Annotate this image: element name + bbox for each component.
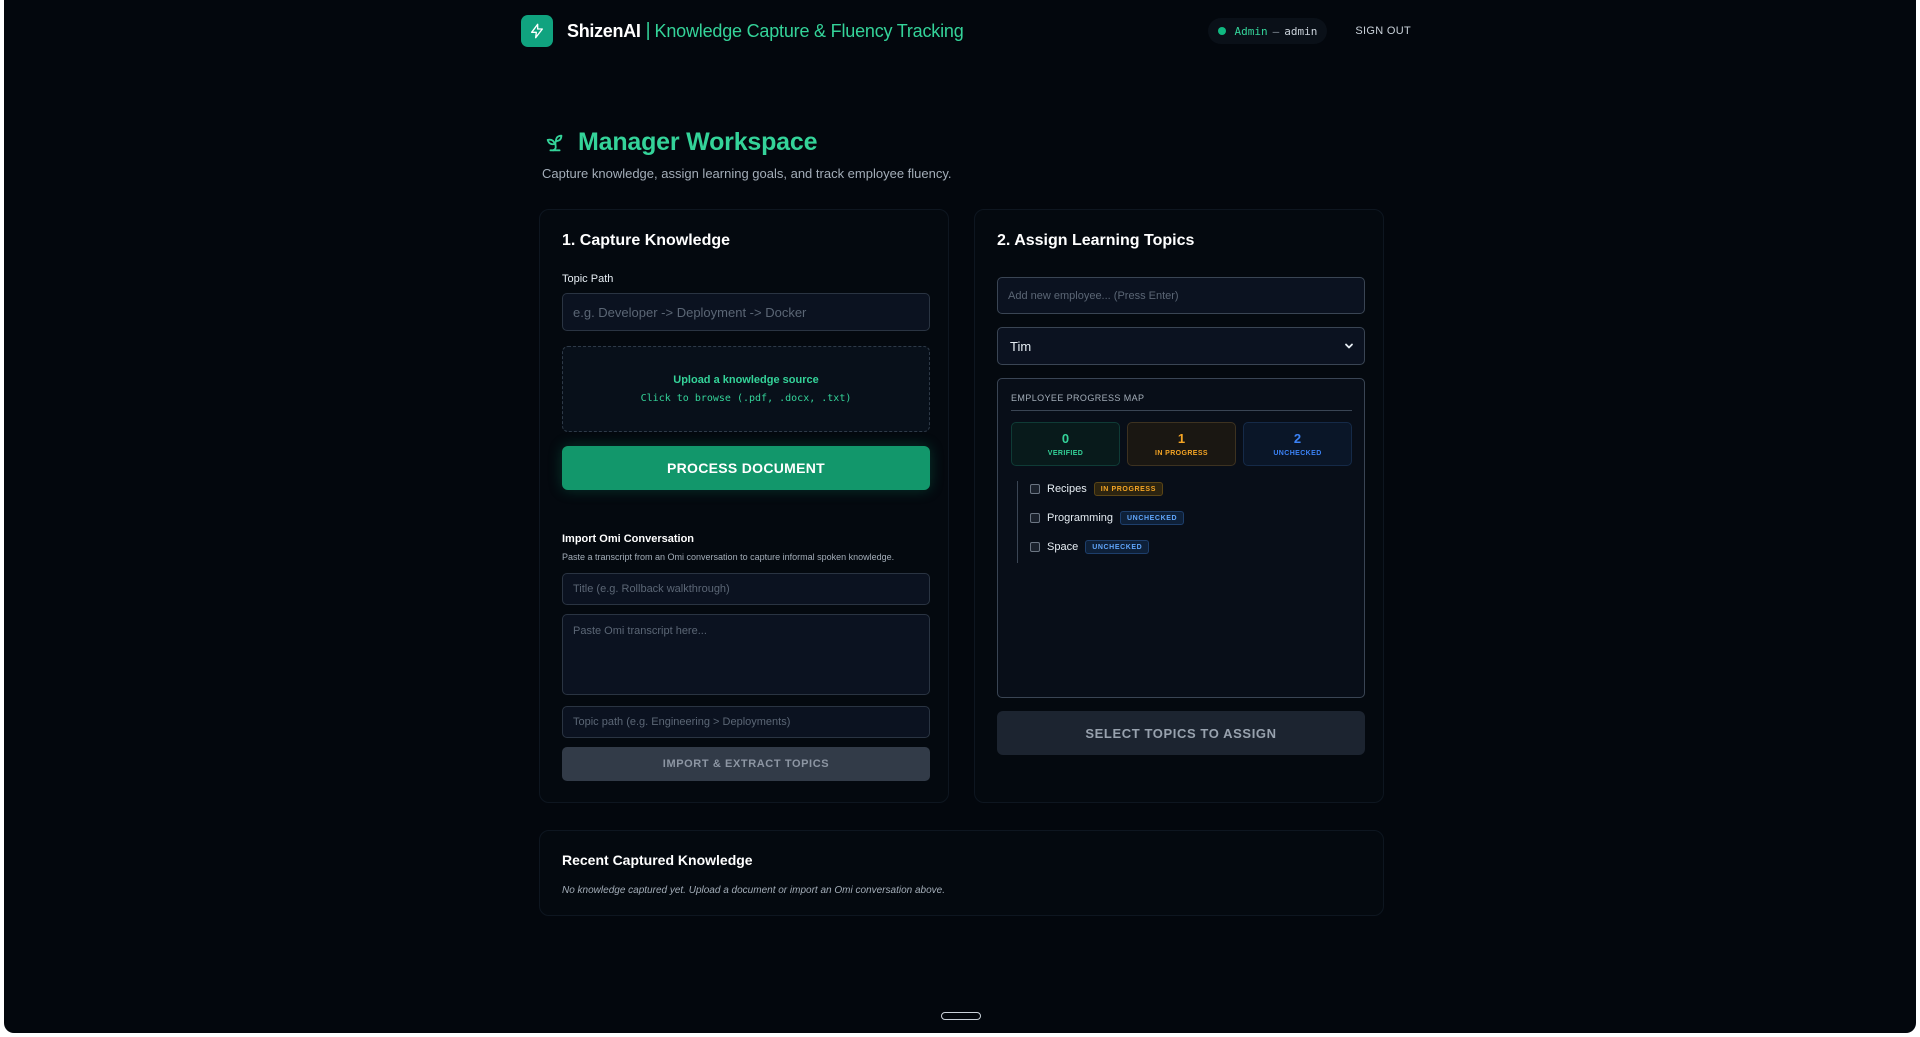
user-badge: Admin — admin (1207, 18, 1328, 44)
sprout-icon (546, 134, 563, 151)
status-badge: IN PROGRESS (1093, 482, 1163, 496)
topic-path-label: Topic Path (562, 273, 614, 285)
assign-card-title: 2. Assign Learning Topics (997, 232, 1195, 249)
recent-knowledge-empty: No knowledge captured yet. Upload a docu… (562, 885, 945, 896)
user-name: admin (1284, 24, 1318, 38)
progress-map-title: EMPLOYEE PROGRESS MAP (1011, 393, 1145, 403)
employee-select[interactable]: Tim (997, 327, 1365, 365)
topic-row-recipes[interactable]: Recipes IN PROGRESS (1030, 480, 1163, 498)
topic-tree-line (1017, 481, 1018, 563)
page-subtitle: Capture knowledge, assign learning goals… (542, 166, 952, 181)
page-title: Manager Workspace (544, 128, 817, 157)
app-window: ShizenAI | Knowledge Capture & Fluency T… (4, 0, 1916, 1033)
new-employee-input[interactable]: Add new employee... (Press Enter) (997, 277, 1365, 314)
unchecked-count: 2 (1293, 431, 1302, 446)
topic-checkbox[interactable] (1030, 542, 1040, 552)
upload-dropzone[interactable]: Upload a knowledge source Click to brows… (562, 346, 930, 432)
upload-hint: Click to browse (.pdf, .docx, .txt) (640, 393, 852, 404)
brand-name: ShizenAI (567, 20, 641, 41)
topic-name: Programming (1047, 512, 1114, 524)
selected-employee: Tim (1010, 338, 1032, 354)
recent-knowledge-title: Recent Captured Knowledge (562, 852, 753, 868)
topic-row-programming[interactable]: Programming UNCHECKED (1030, 509, 1185, 527)
topic-path-input[interactable]: e.g. Developer -> Deployment -> Docker (562, 293, 930, 331)
online-status-icon (1217, 27, 1226, 35)
chevron-down-icon (1345, 343, 1353, 349)
status-badge: UNCHECKED (1120, 511, 1185, 525)
employee-progress-map: EMPLOYEE PROGRESS MAP 0 VERIFIED 1 IN PR… (997, 378, 1365, 698)
in-progress-count: 1 (1177, 431, 1186, 446)
assign-topics-button[interactable]: SELECT TOPICS TO ASSIGN (997, 711, 1365, 755)
progress-map-divider (1011, 410, 1352, 411)
topic-checkbox[interactable] (1030, 484, 1040, 494)
in-progress-stat: 1 IN PROGRESS (1127, 422, 1236, 466)
omi-import-description: Paste a transcript from an Omi conversat… (562, 552, 895, 562)
topic-checkbox[interactable] (1030, 513, 1040, 523)
scroll-handle[interactable] (941, 1012, 981, 1020)
capture-knowledge-card: 1. Capture Knowledge Topic Path e.g. Dev… (539, 209, 949, 803)
assign-topics-card: 2. Assign Learning Topics Add new employ… (974, 209, 1384, 803)
header-actions: Admin — admin SIGN OUT (1207, 18, 1411, 44)
import-extract-button[interactable]: IMPORT & EXTRACT TOPICS (562, 747, 930, 781)
logo[interactable] (521, 15, 553, 47)
process-document-button[interactable]: PROCESS DOCUMENT (562, 446, 930, 490)
lightning-icon (531, 23, 543, 39)
in-progress-label: IN PROGRESS (1154, 450, 1209, 457)
verified-label: VERIFIED (1047, 450, 1084, 457)
recent-knowledge-card: Recent Captured Knowledge No knowledge c… (539, 830, 1384, 916)
omi-title-input[interactable]: Title (e.g. Rollback walkthrough) (562, 573, 930, 605)
omi-topic-path-input[interactable]: Topic path (e.g. Engineering > Deploymen… (562, 706, 930, 738)
topic-name: Space (1047, 541, 1079, 553)
page-heading: Manager Workspace (578, 128, 818, 156)
topic-name: Recipes (1047, 483, 1087, 495)
sign-out-button[interactable]: SIGN OUT (1355, 25, 1411, 37)
brand-separator: | (645, 20, 651, 41)
top-header: ShizenAI | Knowledge Capture & Fluency T… (521, 14, 1411, 48)
brand-subtitle: Knowledge Capture & Fluency Tracking (654, 20, 964, 41)
unchecked-label: UNCHECKED (1273, 450, 1322, 457)
upload-title: Upload a knowledge source (673, 374, 819, 386)
omi-import-title: Import Omi Conversation (562, 533, 695, 545)
topic-row-space[interactable]: Space UNCHECKED (1030, 538, 1150, 556)
capture-card-title: 1. Capture Knowledge (562, 232, 731, 249)
verified-count: 0 (1061, 431, 1070, 446)
status-badge: UNCHECKED (1085, 540, 1150, 554)
user-separator: — (1272, 24, 1280, 38)
omi-transcript-textarea[interactable]: Paste Omi transcript here... (562, 614, 930, 695)
user-role: Admin (1234, 24, 1268, 38)
verified-stat: 0 VERIFIED (1011, 422, 1120, 466)
unchecked-stat: 2 UNCHECKED (1243, 422, 1352, 466)
